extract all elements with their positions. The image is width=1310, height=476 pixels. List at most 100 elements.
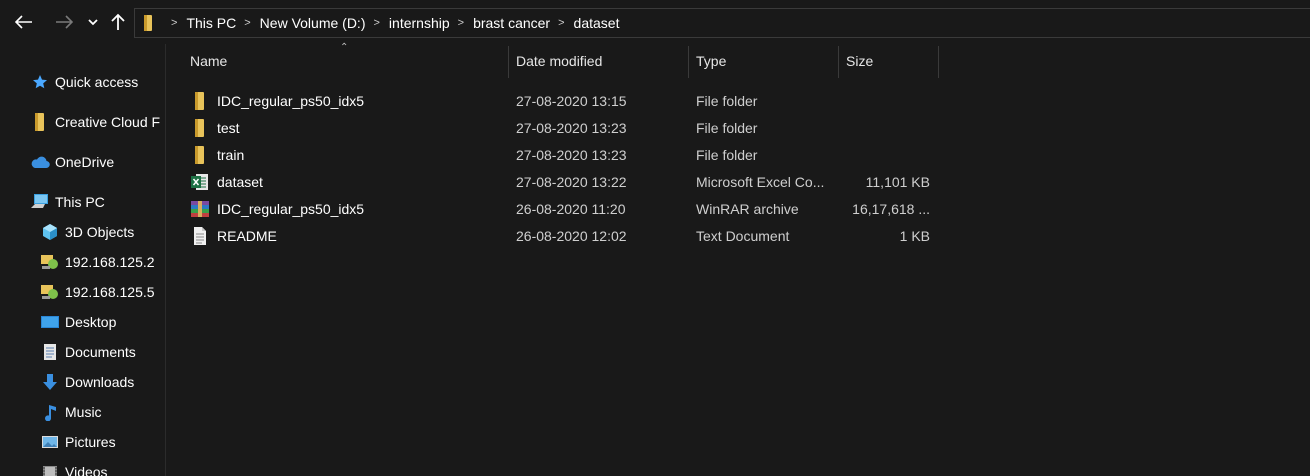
sidebar-item-label: 192.168.125.5 [65,284,155,300]
network-drive-icon [40,252,60,272]
sidebar-item-label: Desktop [65,314,117,330]
folder-icon [190,91,210,111]
computer-icon [30,192,50,212]
sidebar-item-desktop[interactable]: Desktop [40,308,116,336]
breadcrumb-dataset[interactable]: dataset [574,15,620,31]
file-row[interactable]: README 26-08-2020 12:02 Text Document 1 … [166,222,946,249]
breadcrumb-internship[interactable]: internship [389,15,450,31]
sidebar-item-label: OneDrive [55,154,115,170]
file-date: 26-08-2020 11:20 [516,200,626,217]
sidebar-item-downloads[interactable]: Downloads [40,368,134,396]
breadcrumb-separator[interactable]: > [458,17,464,29]
file-date: 27-08-2020 13:23 [516,119,627,136]
column-headers: Name ⌃ Date modified Type Size [166,42,1310,80]
excel-icon [190,172,210,192]
text-file-icon [190,226,210,246]
sidebar-item-label: Pictures [65,434,116,450]
sidebar-item-network-drive-1[interactable]: 192.168.125.2 [40,248,155,276]
file-row[interactable]: train 27-08-2020 13:23 File folder [166,141,946,168]
breadcrumb-new-volume[interactable]: New Volume (D:) [260,15,366,31]
file-date: 26-08-2020 12:02 [516,227,627,244]
file-type: Microsoft Excel Co... [696,173,825,190]
desktop-icon [40,312,60,332]
sidebar-item-label: Quick access [55,74,139,90]
file-name-cell: README [190,222,277,249]
file-size: 11,101 KB [865,173,930,190]
video-icon [40,462,60,476]
sidebar-item-3d-objects[interactable]: 3D Objects [40,218,134,246]
file-row[interactable]: IDC_regular_ps50_idx5 27-08-2020 13:15 F… [166,87,946,114]
network-drive-icon [40,282,60,302]
file-date: 27-08-2020 13:23 [516,146,627,163]
forward-button[interactable] [50,8,78,36]
breadcrumb-separator[interactable]: > [558,17,564,29]
winrar-icon [190,199,210,219]
column-header-label: Size [846,53,874,69]
column-header-size[interactable]: Size [839,44,937,78]
file-size: 1 KB [899,227,930,244]
sidebar-item-label: Downloads [65,374,135,390]
file-row[interactable]: IDC_regular_ps50_idx5 26-08-2020 11:20 W… [166,195,946,222]
file-size: 16,17,618 ... [852,200,930,217]
sidebar-item-creative-cloud[interactable]: Creative Cloud F [30,108,160,136]
file-row[interactable]: dataset 27-08-2020 13:22 Microsoft Excel… [166,168,946,195]
sidebar-item-pictures[interactable]: Pictures [40,428,116,456]
column-header-label: Date modified [516,53,603,69]
breadcrumb-separator[interactable]: > [244,17,250,29]
sidebar-item-network-drive-2[interactable]: 192.168.125.5 [40,278,155,306]
star-icon [30,72,50,92]
address-bar[interactable]: > This PC > New Volume (D:) > internship… [134,8,1310,38]
folder-icon [144,15,152,31]
back-button[interactable] [10,8,38,36]
file-name: README [217,227,277,244]
column-header-type[interactable]: Type [689,44,837,78]
sidebar-item-onedrive[interactable]: OneDrive [30,148,114,176]
file-size [846,87,930,114]
cube-icon [40,222,60,242]
sidebar-item-documents[interactable]: Documents [40,338,136,366]
breadcrumb-brast-cancer[interactable]: brast cancer [473,15,550,31]
file-type: WinRAR archive [696,200,799,217]
breadcrumb-separator: > [171,17,178,29]
sidebar-item-label: Creative Cloud F [55,114,161,130]
folder-icon [190,118,210,138]
up-button[interactable] [106,8,130,36]
sidebar-item-videos[interactable]: Videos [40,458,108,476]
file-name: IDC_regular_ps50_idx5 [217,200,365,217]
file-size [846,114,930,141]
download-icon [40,372,60,392]
file-name-cell: test [190,114,240,141]
sidebar-item-this-pc[interactable]: This PC [30,188,105,216]
arrow-right-icon [56,15,73,29]
sidebar-item-quick-access[interactable]: Quick access [30,68,138,96]
file-name: train [217,146,245,163]
file-type: File folder [696,146,758,163]
sort-ascending-icon: ⌃ [340,42,349,53]
sidebar-item-label: Music [65,404,102,420]
file-name-cell: dataset [190,168,263,195]
file-list-pane: Name ⌃ Date modified Type Size IDC_regul… [166,42,1310,476]
breadcrumb-separator[interactable]: > [373,17,379,29]
sidebar-item-label: This PC [55,194,105,210]
file-date: 27-08-2020 13:22 [516,173,627,190]
column-header-date-modified[interactable]: Date modified [509,44,687,78]
file-name-cell: train [190,141,244,168]
column-resize-handle[interactable] [938,46,939,78]
picture-icon [40,432,60,452]
file-row[interactable]: test 27-08-2020 13:23 File folder [166,114,946,141]
arrow-up-icon [111,13,125,30]
sidebar-item-music[interactable]: Music [40,398,102,426]
music-note-icon [40,402,60,422]
file-date: 27-08-2020 13:15 [516,92,627,109]
file-type: File folder [696,92,758,109]
sidebar-item-label: Videos [65,464,108,476]
sidebar-item-label: 3D Objects [65,224,135,240]
arrow-left-icon [15,15,32,29]
sidebar-item-label: 192.168.125.2 [65,254,155,270]
recent-locations-button[interactable] [84,8,102,36]
file-name: test [217,119,240,136]
file-size [846,141,930,168]
file-type: File folder [696,119,758,136]
breadcrumb-this-pc[interactable]: This PC [186,15,236,31]
file-name: IDC_regular_ps50_idx5 [217,92,365,109]
